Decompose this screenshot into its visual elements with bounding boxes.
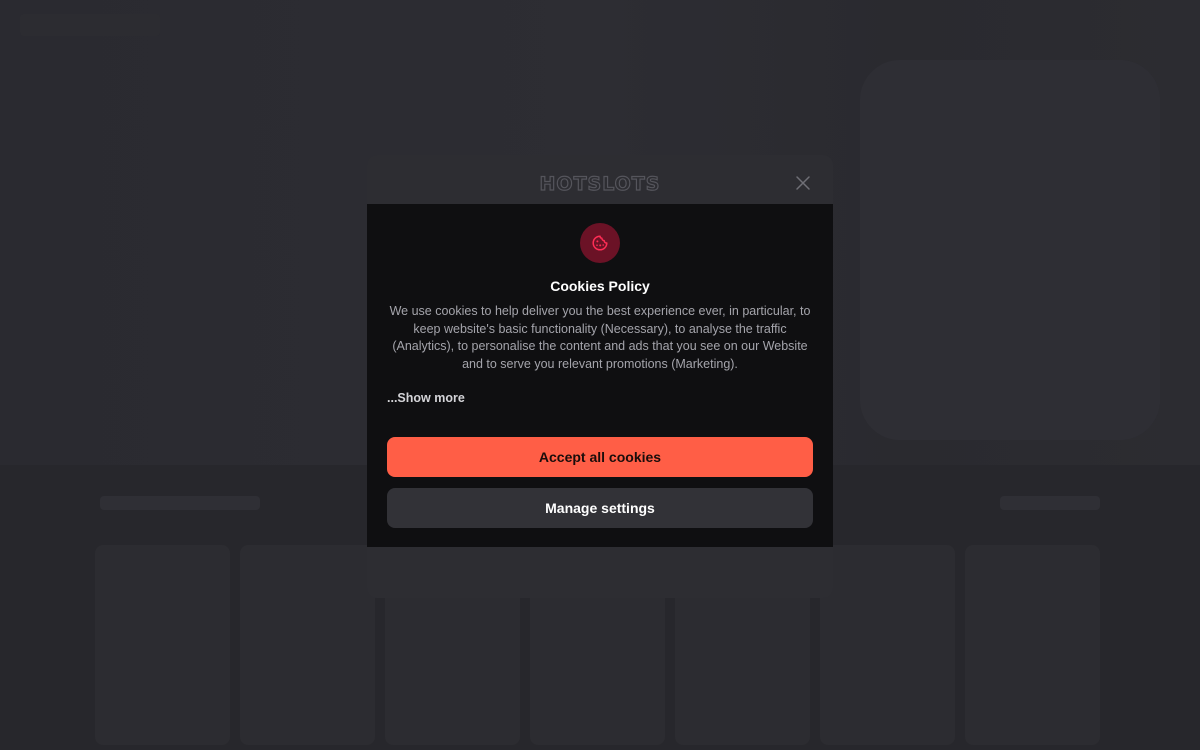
cookie-consent-modal: HOTSLOTS Cookies Policy We use cookies t… [367, 155, 833, 598]
show-more-link[interactable]: ...Show more [387, 391, 465, 405]
hero-artwork [860, 60, 1160, 440]
manage-settings-button[interactable]: Manage settings [387, 488, 813, 528]
game-card [95, 545, 230, 745]
cookie-policy-title: Cookies Policy [550, 278, 650, 294]
hotslots-logo: HOTSLOTS [539, 172, 661, 195]
game-card [965, 545, 1100, 745]
modal-header: HOTSLOTS [367, 155, 833, 204]
cookie-icon [580, 223, 620, 263]
game-card [820, 545, 955, 745]
top-bar [20, 14, 160, 36]
game-card [240, 545, 375, 745]
section-link [1000, 496, 1100, 510]
close-icon[interactable] [795, 175, 811, 191]
cookie-panel: Cookies Policy We use cookies to help de… [367, 204, 833, 547]
accept-all-cookies-button[interactable]: Accept all cookies [387, 437, 813, 477]
section-title [100, 496, 260, 510]
cookie-policy-description: We use cookies to help deliver you the b… [389, 304, 811, 371]
